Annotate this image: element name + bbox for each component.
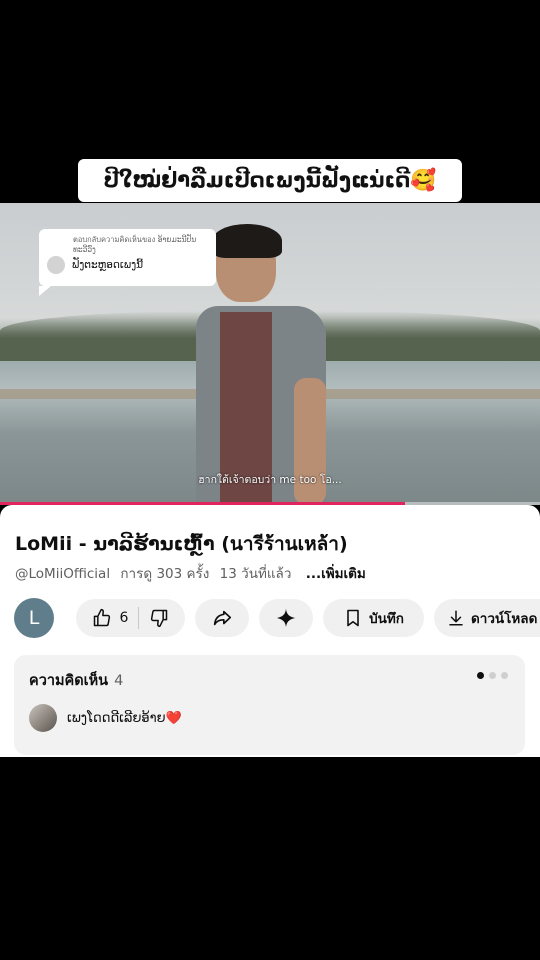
channel-handle[interactable]: @LoMiiOfficial bbox=[15, 566, 110, 582]
sparkle-icon bbox=[275, 607, 297, 629]
download-button[interactable]: ดาวน์โหลด bbox=[434, 599, 540, 637]
download-label: ดาวน์โหลด bbox=[471, 611, 538, 627]
bookmark-icon bbox=[343, 608, 369, 628]
pager-dot-active bbox=[477, 672, 484, 679]
reply-comment-sticker: ตอบกลับความคิดเห็นของ ອ້າຍມະນີປັນ ທະວີວົ… bbox=[39, 229, 216, 296]
upload-age: 13 วันที่แล้ว bbox=[219, 566, 292, 582]
view-count: การดู 303 ครั้ง bbox=[120, 566, 210, 582]
more-link[interactable]: ...เพิ่มเติม bbox=[306, 566, 366, 582]
top-comment: ເພງໂດດດີເລີຍອ້າຍ❤️ bbox=[29, 704, 182, 732]
comments-header: ความคิดเห็น 4 bbox=[29, 669, 123, 692]
channel-avatar[interactable]: L bbox=[14, 598, 54, 638]
like-count: 6 bbox=[119, 610, 129, 626]
remix-button[interactable] bbox=[259, 599, 313, 637]
share-button[interactable] bbox=[195, 599, 249, 637]
video-scene-person bbox=[196, 224, 336, 505]
pager-dot bbox=[501, 672, 508, 679]
channel-avatar-letter: L bbox=[28, 607, 40, 629]
video-info-panel: LoMii - ນາລີຮ້ານເຫຼົ້າ (นารีร้านเหล้า) @… bbox=[0, 505, 540, 757]
download-icon bbox=[447, 609, 471, 627]
share-icon bbox=[211, 607, 233, 629]
caption-banner: ປີໃໝ່ຢ່າລືມເປີດເພງນີ້ຟັງແນ່ເດີ🥰 bbox=[78, 159, 462, 202]
commenter-avatar bbox=[29, 704, 57, 732]
video-meta: @LoMiiOfficial การดู 303 ครั้ง 13 วันที่… bbox=[15, 562, 372, 584]
save-button[interactable]: บันทึก bbox=[323, 599, 424, 637]
like-dislike-group: 6 bbox=[76, 599, 185, 637]
save-label: บันทึก bbox=[369, 611, 404, 627]
video-player[interactable]: ตอบกลับความคิดเห็นของ ອ້າຍມະນີປັນ ທະວີວົ… bbox=[0, 203, 540, 505]
reply-avatar bbox=[47, 256, 65, 274]
video-title: LoMii - ນາລີຮ້ານເຫຼົ້າ (นารีร้านเหล้า) bbox=[15, 533, 348, 555]
thumb-down-icon[interactable] bbox=[149, 608, 169, 628]
reply-text: ຟັງຕະຫຼອດເພງນີ້ bbox=[72, 259, 144, 271]
thumb-up-icon[interactable] bbox=[92, 608, 112, 628]
comments-count: 4 bbox=[114, 673, 124, 689]
video-subtitle: ฮากใต้เจ้าตอบว่า me too โอ... bbox=[198, 474, 342, 486]
comments-label: ความคิดเห็น bbox=[29, 673, 109, 689]
action-bar: L 6 บันทึก ดาวน์โหลด bbox=[14, 598, 540, 638]
pager-dot bbox=[489, 672, 496, 679]
comments-pager-dots bbox=[472, 672, 508, 679]
comments-card[interactable]: ความคิดเห็น 4 ເພງໂດດດີເລີຍອ້າຍ❤️ bbox=[14, 655, 525, 755]
top-comment-text: ເພງໂດດດີເລີຍອ້າຍ❤️ bbox=[67, 710, 182, 726]
reply-header: ตอบกลับความคิดเห็นของ ອ້າຍມະນີປັນ ທະວີວົ… bbox=[73, 235, 197, 254]
like-divider bbox=[138, 607, 140, 629]
caption-text: ປີໃໝ່ຢ່າລືມເປີດເພງນີ້ຟັງແນ່ເດີ🥰 bbox=[103, 168, 437, 192]
